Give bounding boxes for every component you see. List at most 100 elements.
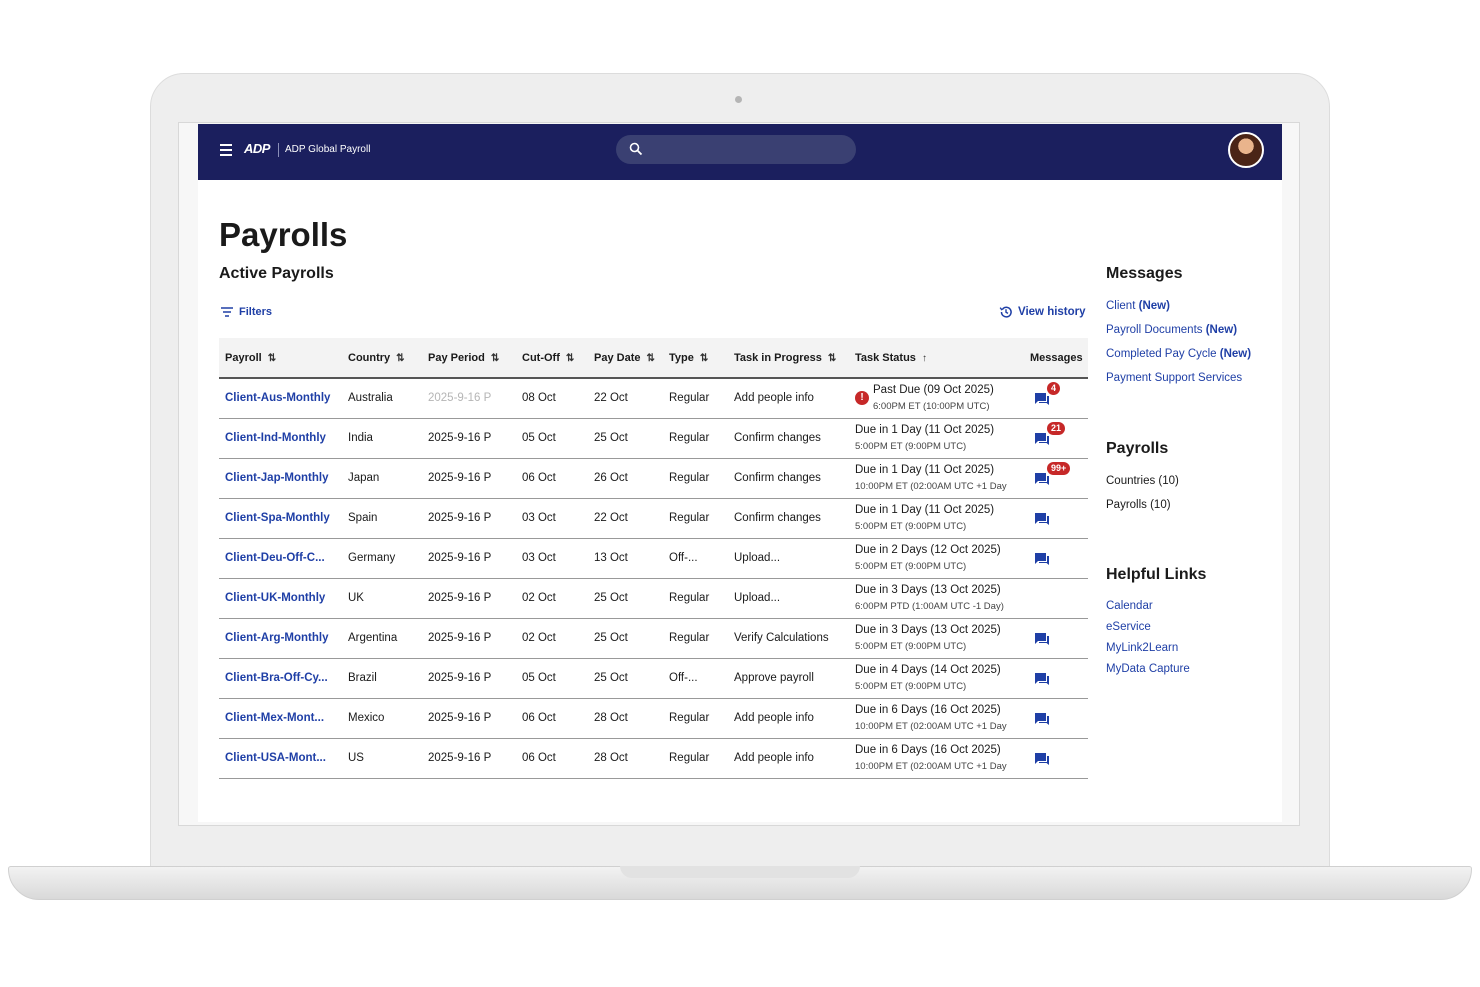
new-tag: (New) [1205,324,1238,336]
cut-off-cell: 06 Oct [522,472,556,484]
hamburger-menu-icon[interactable] [220,144,232,156]
filters-label: Filters [239,306,273,318]
table-row[interactable]: Client-Jap-Monthly Japan 2025-9-16 P 06 Oct… [219,458,1088,498]
message-count-badge: 21 [1046,420,1067,436]
column-header-pay-date[interactable]: Pay Date ⇅ [588,338,663,379]
status-main: Due in 6 Days (16 Oct 2025) [855,743,1001,756]
status-main: Due in 1 Day (11 Oct 2025) [855,503,995,516]
column-label: Cut-Off [522,351,560,364]
status-wrap: Due in 4 Days (14 Oct 2025) 5:00PM ET (9:… [855,663,1024,694]
type-cell: Regular [669,632,710,644]
status-text: Due in 3 Days (13 Oct 2025) 5:00PM ET (9:… [855,623,1001,654]
helpful-link-calendar[interactable]: Calendar [1106,600,1153,612]
status-main: Due in 4 Days (14 Oct 2025) [855,663,1001,676]
link-text: Payment Support Services [1106,372,1243,384]
payroll-link[interactable]: Client-Bra-Off-Cy... [219,658,342,698]
pay-date-cell: 28 Oct [594,752,628,764]
sort-icon[interactable]: ⇅ [396,353,404,364]
sort-icon[interactable]: ⇅ [700,353,708,364]
cut-off-cell: 06 Oct [522,712,556,724]
adp-logo[interactable]: ADP [244,141,272,159]
chat-icon[interactable] [1034,552,1050,566]
column-header-payroll[interactable]: Payroll ⇅ [219,338,342,379]
sort-icon[interactable]: ⇅ [646,353,654,364]
search-input[interactable] [616,135,856,164]
messages-link-payment-support[interactable]: Payment Support Services [1106,372,1242,384]
column-header-cut-off[interactable]: Cut-Off ⇅ [516,338,588,379]
payroll-link[interactable]: Client-Aus-Monthly [219,378,342,418]
helpful-link-mydata-capture[interactable]: MyData Capture [1106,663,1190,675]
payroll-link[interactable]: Client-Arg-Monthly [219,618,342,658]
sort-icon[interactable]: ⇅ [491,353,499,364]
table-header-row: Payroll ⇅ Country ⇅ Pay Period ⇅ Cut-Off ⇅ P… [219,338,1088,379]
table-row[interactable]: Client-Aus-Monthly Australia 2025-9-16 P 08… [219,378,1088,418]
chat-icon[interactable] [1034,752,1050,766]
table-row[interactable]: Client-Arg-Monthly Argentina 2025-9-16 P 02… [219,618,1088,658]
pay-period-cell: 2025-9-16 P [428,632,492,644]
table-row[interactable]: Client-USA-Mont... US 2025-9-16 P 06 Oct 28 … [219,738,1088,778]
user-avatar[interactable] [1228,132,1264,168]
helpful-link-eservice[interactable]: eService [1106,621,1151,633]
chat-icon[interactable] [1034,712,1050,726]
column-header-type[interactable]: Type ⇅ [663,338,728,379]
payroll-link[interactable]: Client-Spa-Monthly [219,498,342,538]
helpful-link-mylink2learn[interactable]: MyLink2Learn [1106,642,1178,654]
column-label: Payroll [225,351,262,364]
pay-period-cell: 2025-9-16 P [428,712,492,724]
chat-icon[interactable] [1034,672,1050,686]
chat-icon[interactable] [1034,632,1050,646]
task-status-cell: Due in 3 Days (13 Oct 2025) 6:00PM PTD (1… [849,578,1024,618]
task-cell: Verify Calculations [734,632,829,644]
payroll-link[interactable]: Client-Jap-Monthly [219,458,342,498]
table-row[interactable]: Client-Mex-Mont... Mexico 2025-9-16 P 06 Oc… [219,698,1088,738]
table-row[interactable]: Client-Spa-Monthly Spain 2025-9-16 P 03 Oct… [219,498,1088,538]
status-time: 5:00PM ET (9:00PM UTC) [855,640,967,652]
task-status-cell: ! Past Due (09 Oct 2025) 6:00PM ET (10:00P… [849,378,1024,418]
column-header-pay-period[interactable]: Pay Period ⇅ [422,338,516,379]
column-header-country[interactable]: Country ⇅ [342,338,422,379]
task-status-cell: Due in 6 Days (16 Oct 2025) 10:00PM ET (0… [849,698,1024,738]
sort-ascending-icon[interactable]: ↑ [922,353,927,364]
column-header-task-status[interactable]: Task Status ↑ [849,338,1024,379]
status-wrap: Due in 1 Day (11 Oct 2025) 5:00PM ET (9:0… [855,423,1024,454]
country-cell: Spain [348,512,378,524]
pay-date-cell: 25 Oct [594,672,628,684]
messages-link-client[interactable]: Client (New) [1106,300,1170,312]
table-row[interactable]: Client-UK-Monthly UK 2025-9-16 P 02 Oct 25 O… [219,578,1088,618]
payroll-link[interactable]: Client-UK-Monthly [219,578,342,618]
sort-icon[interactable]: ⇅ [268,353,276,364]
countries-count: Countries (10) [1106,475,1179,487]
table-row[interactable]: Client-Ind-Monthly India 2025-9-16 P 05 Oct… [219,418,1088,458]
payroll-link[interactable]: Client-Mex-Mont... [219,698,342,738]
status-main: Due in 1 Day (11 Oct 2025) [855,463,995,476]
column-header-task-in-progress[interactable]: Task in Progress ⇅ [728,338,849,379]
messages-link-completed-pay-cycle[interactable]: Completed Pay Cycle (New) [1106,348,1251,360]
task-status-cell: Due in 1 Day (11 Oct 2025) 5:00PM ET (9:0… [849,498,1024,538]
payroll-link[interactable]: Client-Deu-Off-C... [219,538,342,578]
country-cell: Brazil [348,672,377,684]
task-status-cell: Due in 1 Day (11 Oct 2025) 10:00PM ET (02… [849,458,1024,498]
message-count-badge: 4 [1046,381,1062,396]
pay-period-cell: 2025-9-16 P [428,552,492,564]
sort-icon[interactable]: ⇅ [828,353,836,364]
messages-link-payroll-documents[interactable]: Payroll Documents (New) [1106,324,1237,336]
payroll-link[interactable]: Client-Ind-Monthly [219,418,342,458]
sort-icon[interactable]: ⇅ [566,353,574,364]
payroll-link[interactable]: Client-USA-Mont... [219,738,342,778]
table-body: Client-Aus-Monthly Australia 2025-9-16 P 08… [219,378,1088,778]
cut-off-cell: 05 Oct [522,432,556,444]
table-row[interactable]: Client-Bra-Off-Cy... Brazil 2025-9-16 P 05 … [219,658,1088,698]
pay-period-cell: 2025-9-16 P [428,472,492,484]
task-cell: Confirm changes [734,432,821,444]
status-time: 6:00PM PTD (1:00AM UTC -1 Day) [855,600,1004,612]
pay-period-cell: 2025-9-16 P [428,432,492,444]
status-wrap: Due in 1 Day (11 Oct 2025) 5:00PM ET (9:0… [855,503,1024,534]
type-cell: Regular [669,472,710,484]
chat-icon[interactable] [1034,512,1050,526]
type-cell: Regular [669,512,710,524]
column-label: Pay Date [594,351,641,364]
country-cell: US [348,752,364,764]
view-history-link[interactable]: View history [999,305,1086,319]
table-row[interactable]: Client-Deu-Off-C... Germany 2025-9-16 P 03 … [219,538,1088,578]
filters-button[interactable]: Filters [221,306,272,318]
